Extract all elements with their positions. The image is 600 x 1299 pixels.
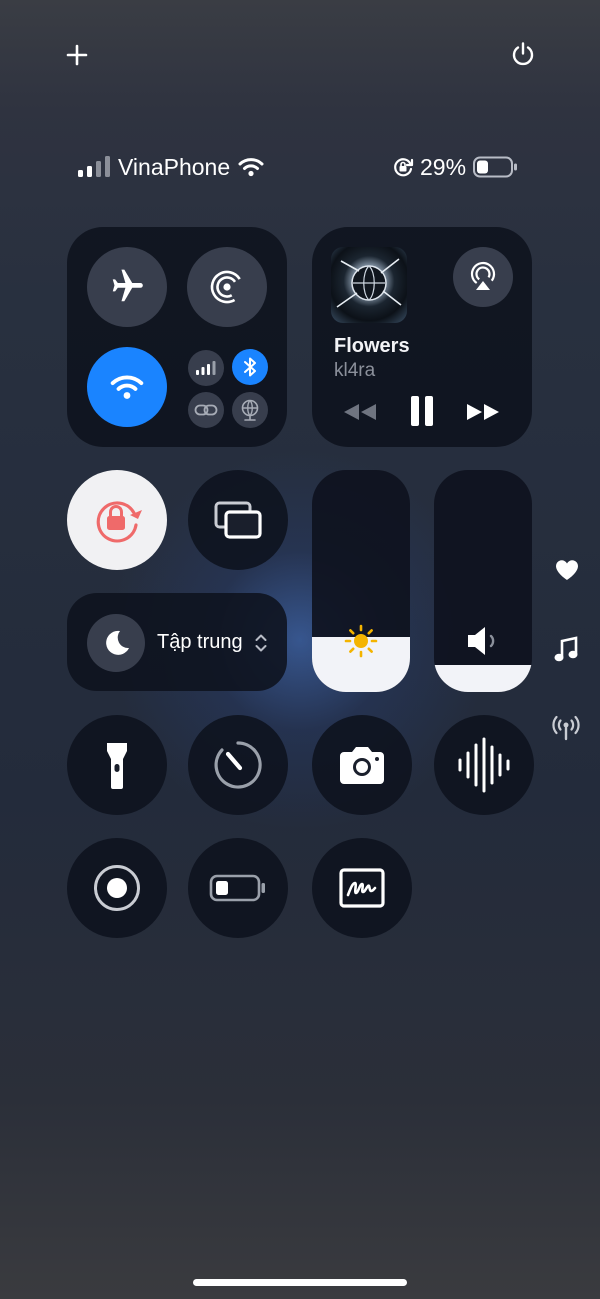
screen-recording-button[interactable]	[67, 838, 167, 938]
carrier-name: VinaPhone	[118, 153, 231, 180]
focus-label: Tập trung	[157, 631, 243, 653]
airplane-icon	[112, 269, 143, 302]
voice-memo-button[interactable]	[434, 715, 534, 815]
markup-button[interactable]	[312, 838, 412, 938]
power-icon[interactable]	[507, 38, 539, 70]
moon-icon	[106, 630, 129, 655]
cellular-data-button[interactable]	[188, 350, 224, 386]
focus-moon-circle	[87, 614, 145, 672]
volume-slider[interactable]	[434, 470, 532, 692]
vpn-button[interactable]	[232, 392, 268, 428]
screen-mirroring-icon	[214, 501, 262, 539]
album-artwork[interactable]	[331, 247, 407, 323]
airplay-audio-icon	[470, 261, 496, 290]
airdrop-button[interactable]	[187, 247, 267, 327]
bluetooth-button[interactable]	[232, 349, 268, 385]
volume-fill	[434, 665, 532, 692]
timer-button[interactable]	[188, 715, 288, 815]
battery-percent: 29%	[420, 153, 467, 180]
airplay-button[interactable]	[453, 247, 513, 307]
link-chain-icon	[194, 404, 218, 416]
wifi-icon	[110, 375, 144, 399]
pause-button[interactable]	[402, 393, 442, 429]
plus-icon[interactable]	[62, 40, 92, 70]
status-right: 29%	[392, 150, 519, 184]
music-note-icon[interactable]	[551, 635, 581, 665]
pause-icon	[411, 396, 433, 426]
status-left: VinaPhone	[78, 150, 264, 184]
sun-icon	[344, 624, 378, 658]
orientation-lock-icon	[96, 501, 142, 543]
camera-icon	[340, 747, 384, 784]
fast-forward-button[interactable]	[463, 398, 503, 426]
fast-forward-icon	[467, 404, 499, 420]
camera-button[interactable]	[312, 715, 412, 815]
flashlight-icon	[107, 743, 127, 789]
record-icon	[94, 865, 140, 911]
home-indicator[interactable]	[193, 1279, 407, 1286]
orientation-lock-button[interactable]	[67, 470, 167, 570]
flashlight-button[interactable]	[67, 715, 167, 815]
track-title: Flowers	[334, 335, 410, 357]
waveform-icon	[458, 737, 510, 793]
cellular-icon	[196, 361, 216, 375]
airplane-mode-button[interactable]	[87, 247, 167, 327]
wifi-status-icon	[238, 158, 264, 177]
timer-icon	[214, 741, 262, 789]
low-power-mode-button[interactable]	[188, 838, 288, 938]
battery-icon	[473, 156, 518, 178]
battery-low-power-icon	[209, 874, 265, 902]
heart-icon[interactable]	[552, 555, 582, 585]
bluetooth-icon	[244, 357, 256, 377]
markup-signature-icon	[339, 868, 385, 908]
personal-hotspot-button[interactable]	[188, 392, 224, 428]
wifi-button[interactable]	[87, 347, 167, 427]
signal-icon	[78, 156, 110, 177]
brightness-slider[interactable]	[312, 470, 410, 692]
rewind-icon	[344, 404, 376, 420]
globe-icon	[241, 399, 259, 421]
chevron-up-down-icon	[254, 632, 268, 654]
screen-mirroring-button[interactable]	[188, 470, 288, 570]
orientation-lock-status-icon	[394, 158, 414, 177]
track-artist: kl4ra	[334, 360, 376, 381]
rewind-button[interactable]	[340, 398, 380, 426]
speaker-icon	[468, 627, 495, 655]
airdrop-icon	[210, 270, 244, 304]
antenna-icon[interactable]	[551, 713, 581, 743]
